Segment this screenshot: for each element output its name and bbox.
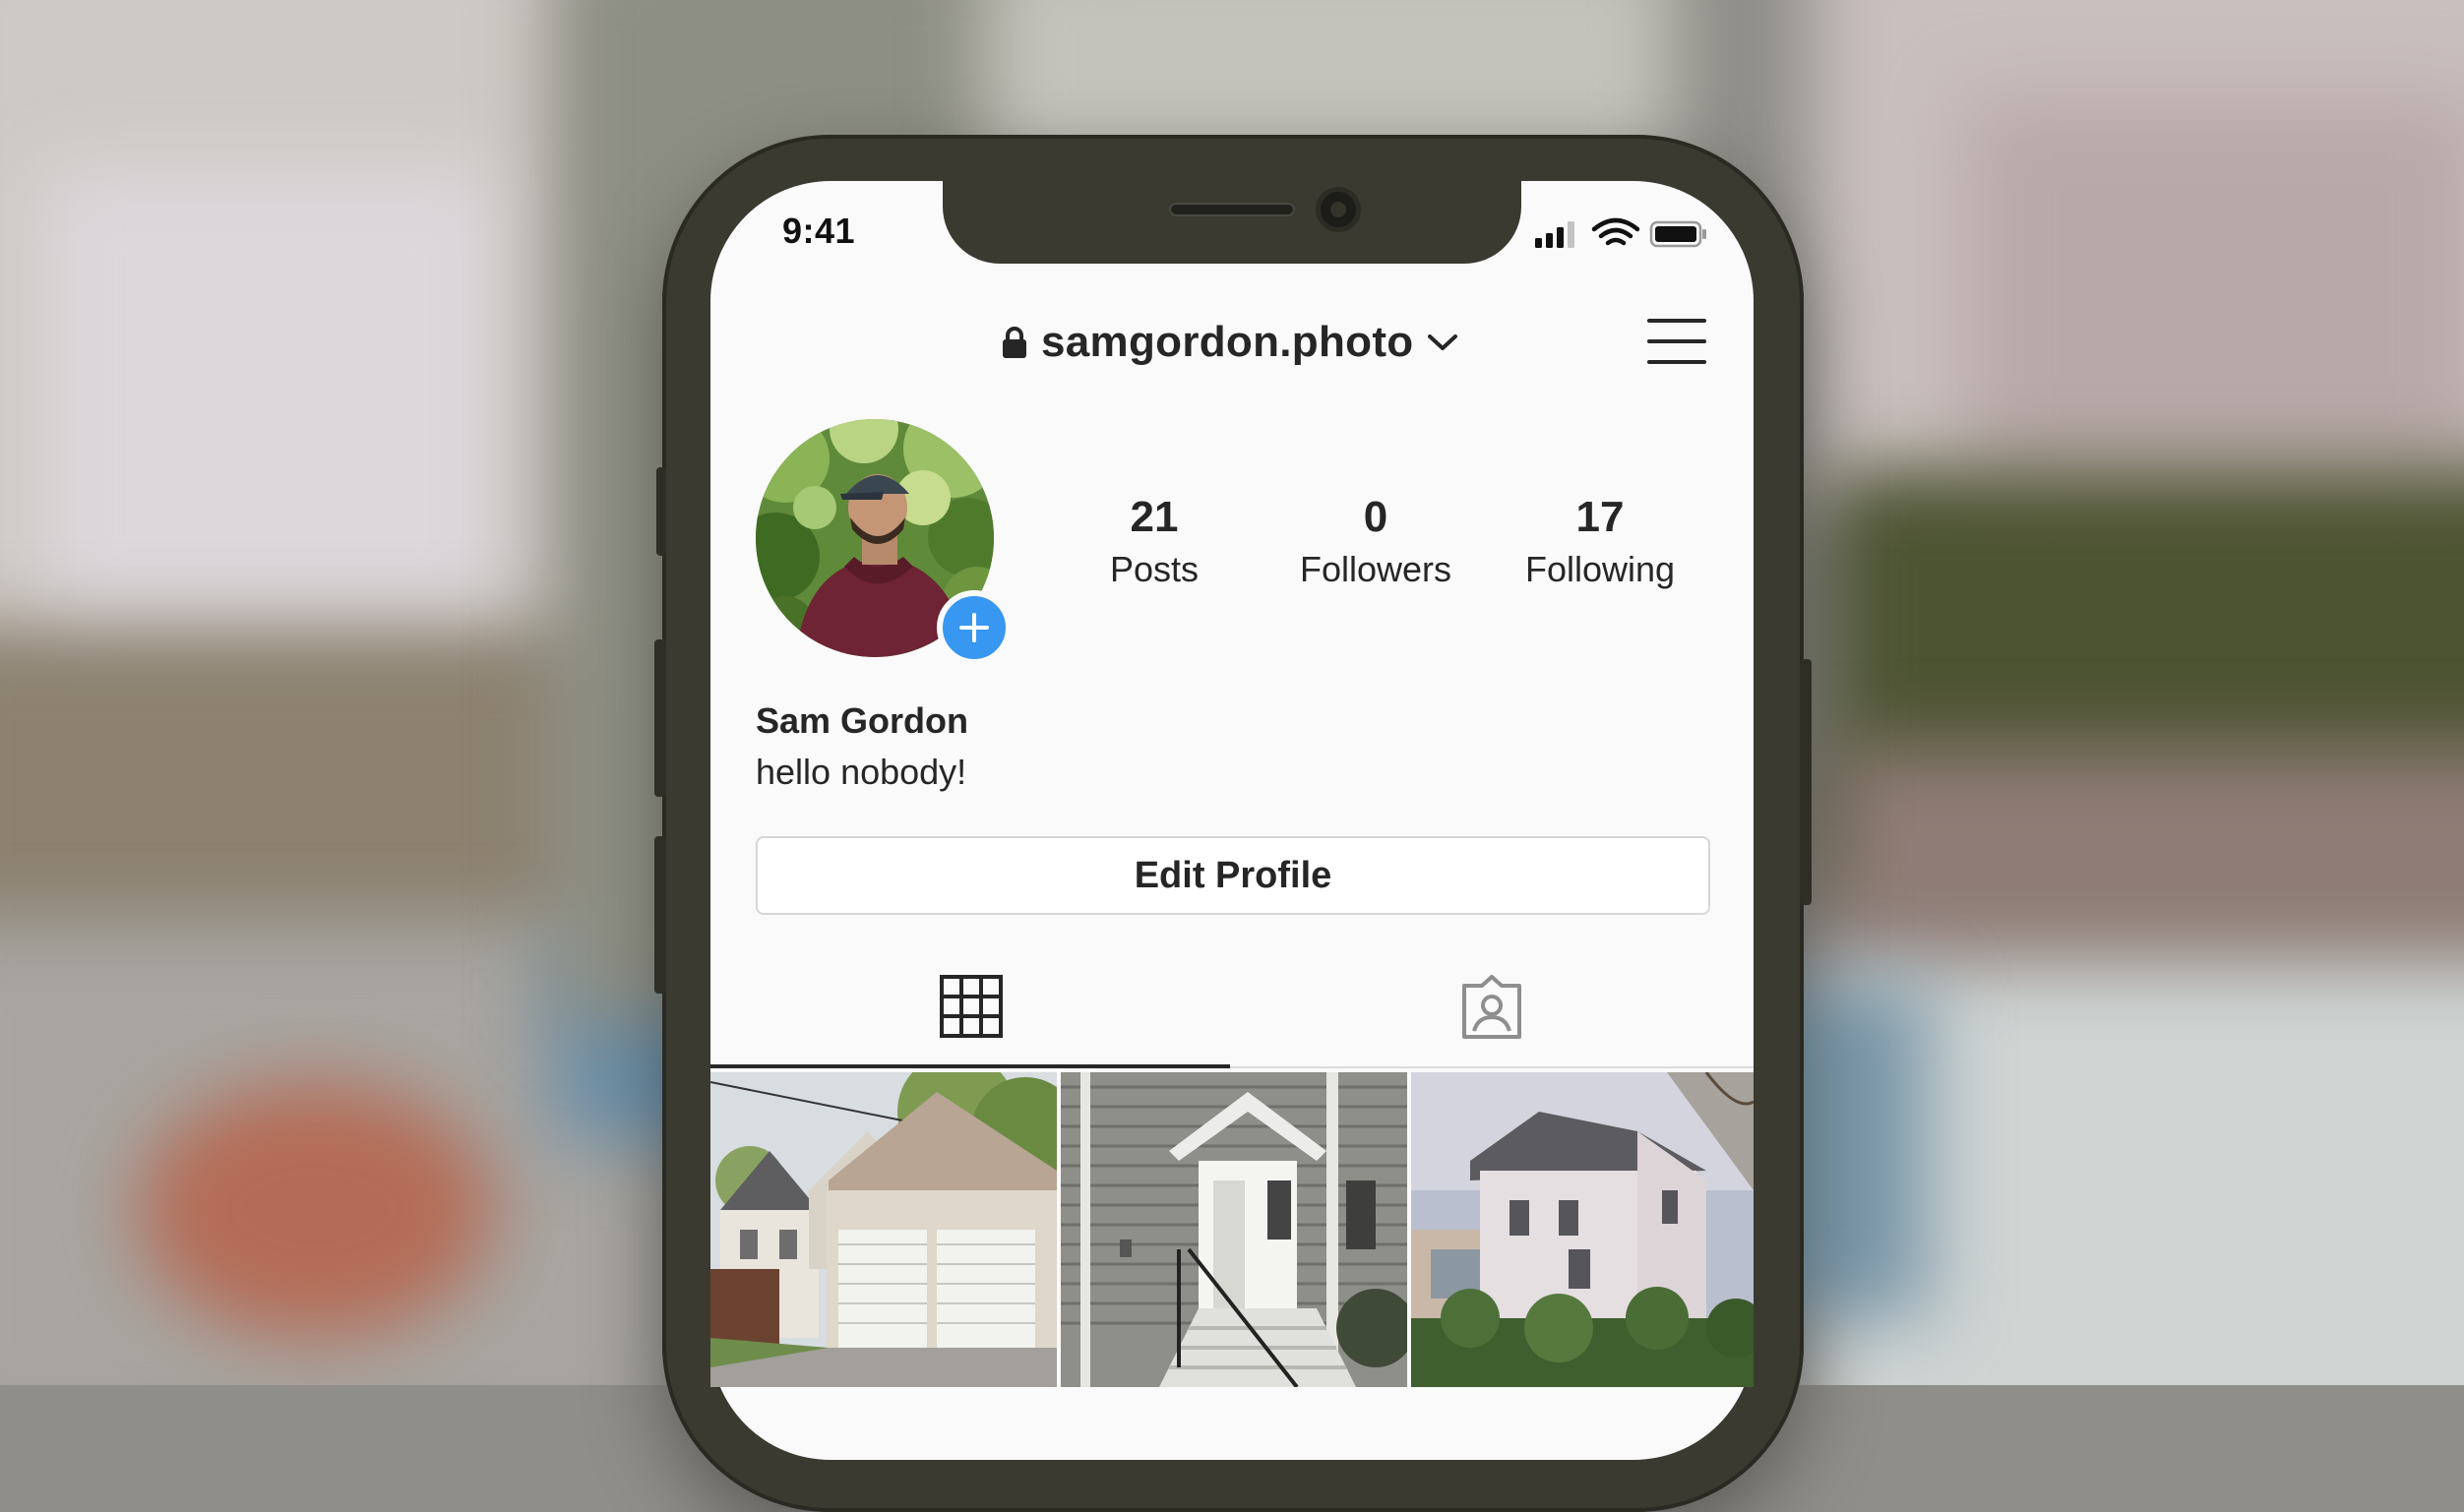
- chevron-down-icon: [1428, 334, 1458, 350]
- status-icons: [1535, 217, 1706, 248]
- stat-posts[interactable]: 21 Posts: [1095, 488, 1213, 592]
- stat-following[interactable]: 17 Following: [1513, 488, 1687, 592]
- following-label: Following: [1524, 549, 1676, 589]
- post-thumbnail[interactable]: [1061, 1072, 1407, 1387]
- phone-side-button: [656, 467, 666, 556]
- phone-notch: [943, 181, 1521, 264]
- post-thumbnail[interactable]: [710, 1072, 1057, 1387]
- followers-count: 0: [1363, 493, 1388, 541]
- username-label: samgordon.photo: [1041, 318, 1414, 366]
- followers-label: Followers: [1299, 549, 1452, 589]
- plus-icon: [959, 613, 989, 642]
- post-thumbnail[interactable]: [1411, 1072, 1754, 1387]
- posts-count: 21: [1130, 493, 1179, 541]
- battery-icon: [1649, 220, 1706, 248]
- hamburger-menu-icon[interactable]: [1647, 315, 1706, 368]
- wifi-icon: [1591, 217, 1640, 246]
- lock-icon: [1003, 327, 1026, 358]
- grid-icon[interactable]: [939, 974, 1004, 1039]
- signal-icon: [1535, 221, 1574, 248]
- phone-volume-up-button: [654, 639, 666, 797]
- tagged-person-icon[interactable]: [1458, 974, 1525, 1041]
- earpiece-speaker: [1169, 203, 1295, 216]
- phone-volume-down-button: [654, 836, 666, 994]
- tab-divider: [1230, 1066, 1754, 1068]
- edit-profile-button[interactable]: Edit Profile: [756, 836, 1710, 915]
- profile-full-name: Sam Gordon: [756, 700, 969, 741]
- post-image: [1061, 1072, 1407, 1387]
- stat-followers[interactable]: 0 Followers: [1289, 488, 1462, 592]
- posts-label: Posts: [1109, 549, 1200, 589]
- profile-bio: hello nobody!: [756, 752, 967, 792]
- following-count: 17: [1575, 493, 1625, 541]
- phone-power-button: [1800, 659, 1812, 905]
- add-story-button[interactable]: [937, 590, 1012, 665]
- front-camera: [1321, 192, 1356, 227]
- active-tab-indicator: [710, 1064, 1230, 1068]
- status-time: 9:41: [782, 211, 856, 251]
- account-switcher[interactable]: samgordon.photo: [1002, 313, 1458, 372]
- post-image: [710, 1072, 1057, 1387]
- post-image: [1411, 1072, 1754, 1387]
